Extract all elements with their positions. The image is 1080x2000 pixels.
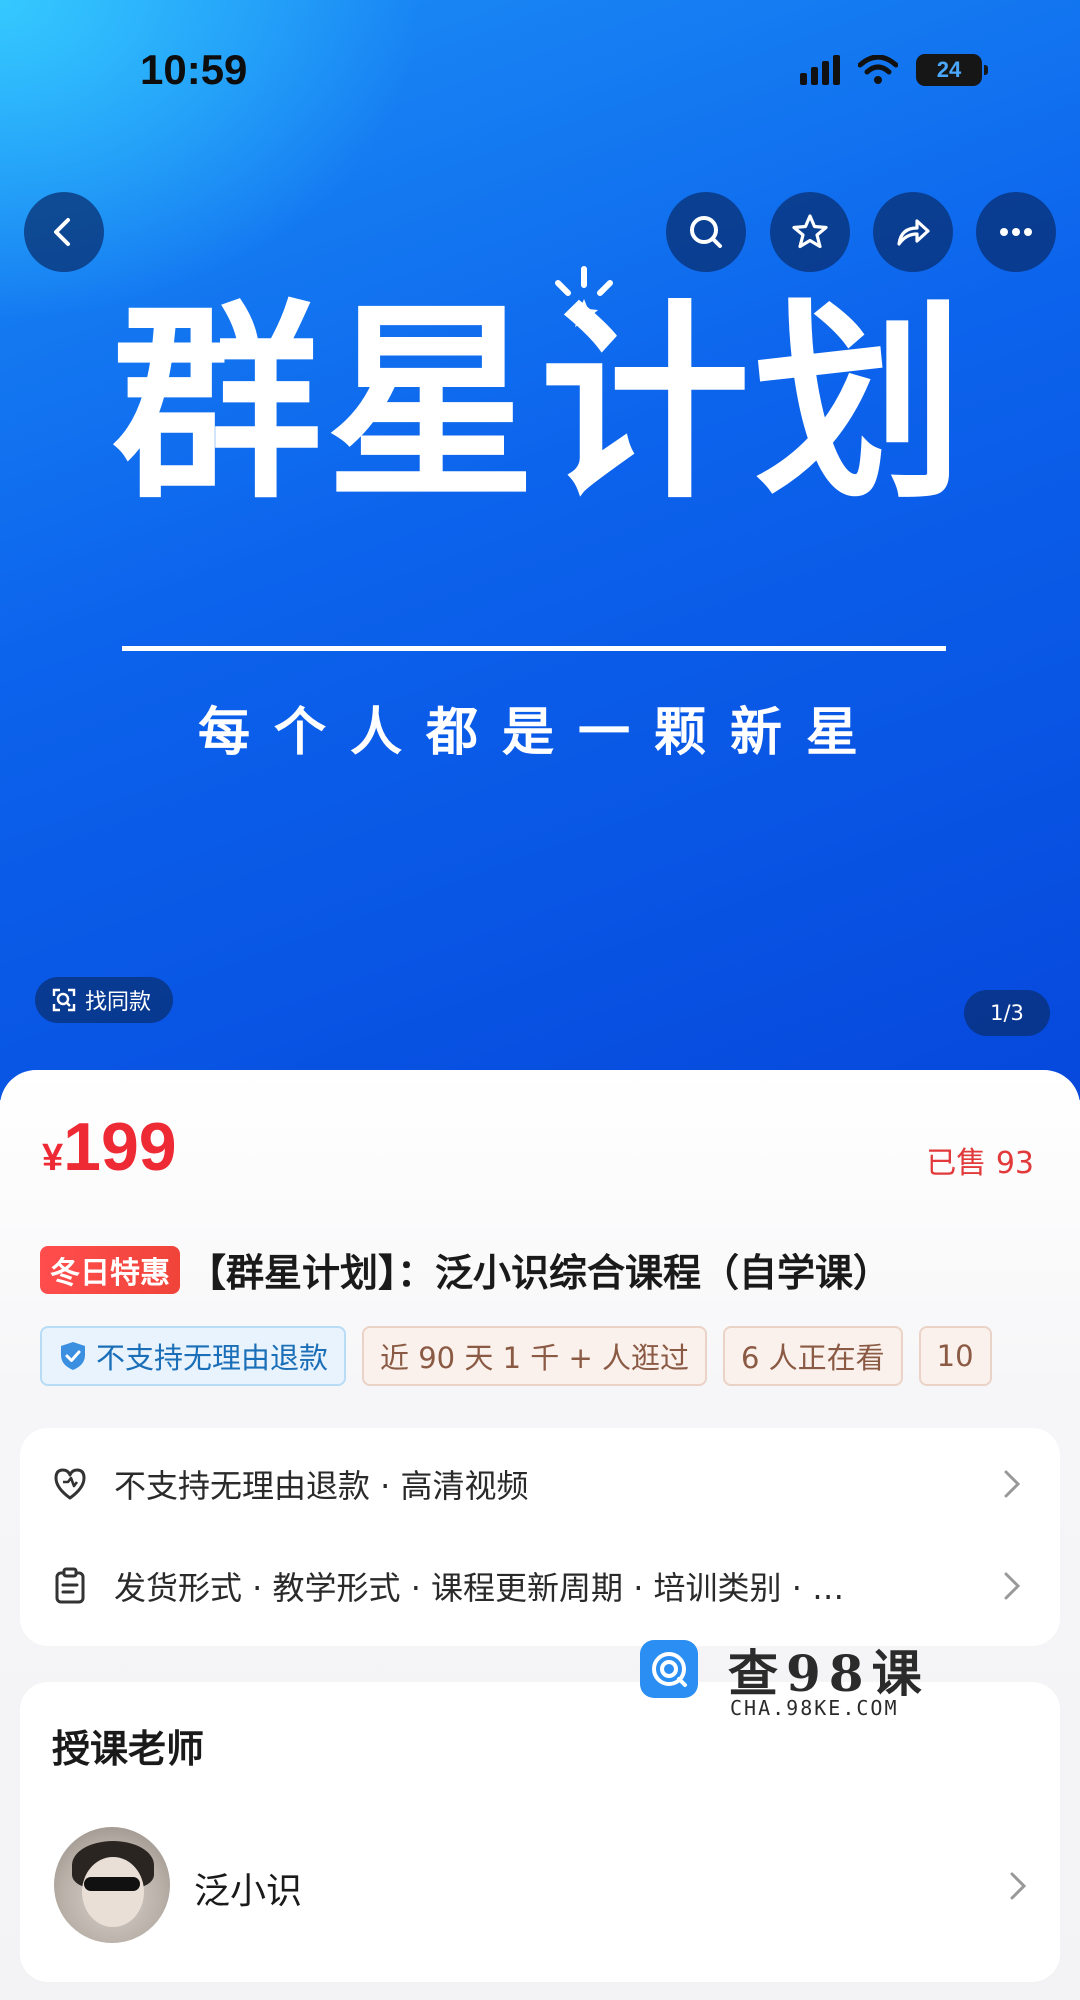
params-text: 发货形式 · 教学形式 · 课程更新周期 · 培训类别 · …	[114, 1569, 845, 1607]
currency-symbol: ¥	[42, 1137, 64, 1179]
chevron-right-icon[interactable]	[1008, 1870, 1028, 1902]
shield-check-icon	[61, 1342, 85, 1370]
back-button[interactable]	[24, 192, 104, 272]
chevron-right-icon	[1004, 1470, 1021, 1498]
tag-no-refund[interactable]: 不支持无理由退款	[40, 1326, 347, 1386]
status-icons: 24	[800, 54, 988, 86]
price-value: 199	[63, 1109, 177, 1185]
product-image-carousel[interactable]: 10:59 24 群星计划 每个人都是一颗新星 找同款 1/3	[0, 0, 1080, 1100]
clipboard-icon	[55, 1567, 85, 1604]
find-same-button[interactable]: 找同款	[35, 977, 174, 1023]
params-row[interactable]: 发货形式 · 教学形式 · 课程更新周期 · 培训类别 · …	[50, 1556, 1030, 1616]
watermark: 查98课 CHA.98KE.COM	[634, 1628, 934, 1720]
wifi-icon	[858, 55, 898, 84]
attributes-card: 不支持无理由退款 · 高清视频 发货形式 · 教学形式 · 课程更新周期 · 培…	[20, 1428, 1060, 1646]
watermark-subtitle: CHA.98KE.COM	[730, 1696, 899, 1720]
teacher-section-title: 授课老师	[52, 1727, 205, 1771]
promo-badge: 冬日特惠	[40, 1245, 180, 1294]
teacher-name[interactable]: 泛小识	[194, 1862, 302, 1914]
price: ¥199	[42, 1108, 177, 1186]
product-title: 冬日特惠 【群星计划】：泛小识综合课程（自学课）	[40, 1242, 1080, 1297]
more-icon	[1000, 228, 1032, 236]
battery-icon: 24	[916, 54, 988, 86]
chevron-right-icon	[1004, 1572, 1021, 1600]
signal-icon	[800, 55, 840, 85]
watermark-logo-icon	[640, 1640, 698, 1698]
scan-icon	[52, 988, 76, 1012]
sold-count: 已售 93	[926, 1146, 1034, 1181]
tag-visitors: 近 90 天 1 千 + 人逛过	[362, 1326, 707, 1386]
heart-shield-icon	[54, 1468, 86, 1500]
service-text: 不支持无理由退款 · 高清视频	[114, 1467, 529, 1505]
hero-title: 群星计划	[111, 282, 968, 527]
tag-label: 不支持无理由退款	[96, 1341, 329, 1375]
search-button[interactable]	[666, 192, 746, 272]
image-pager: 1/3	[964, 990, 1050, 1036]
tag-more: 10	[918, 1326, 992, 1386]
share-button[interactable]	[873, 192, 953, 272]
teacher-card: 授课老师 泛小识	[20, 1682, 1060, 1982]
share-icon	[897, 219, 930, 246]
hero-slogan: 每个人都是一颗新星	[197, 703, 882, 763]
find-same-label: 找同款	[85, 990, 152, 1015]
favorite-button[interactable]	[770, 192, 850, 272]
teacher-avatar[interactable]	[54, 1827, 170, 1943]
status-time: 10:59	[140, 46, 248, 93]
tag-viewing-now: 6 人正在看	[722, 1326, 903, 1386]
product-title-text: 【群星计划】：泛小识综合课程（自学课）	[188, 1251, 892, 1295]
search-icon	[690, 216, 722, 248]
star-icon	[792, 214, 828, 249]
tag-list: 不支持无理由退款 近 90 天 1 千 + 人逛过 6 人正在看 10	[40, 1326, 1040, 1388]
service-row[interactable]: 不支持无理由退款 · 高清视频	[50, 1454, 1030, 1514]
back-icon	[54, 218, 70, 246]
hero-divider	[122, 646, 946, 651]
product-info-panel: ¥199 已售 93 冬日特惠 【群星计划】：泛小识综合课程（自学课） 不支持无…	[0, 1070, 1080, 2000]
more-button[interactable]	[976, 192, 1056, 272]
